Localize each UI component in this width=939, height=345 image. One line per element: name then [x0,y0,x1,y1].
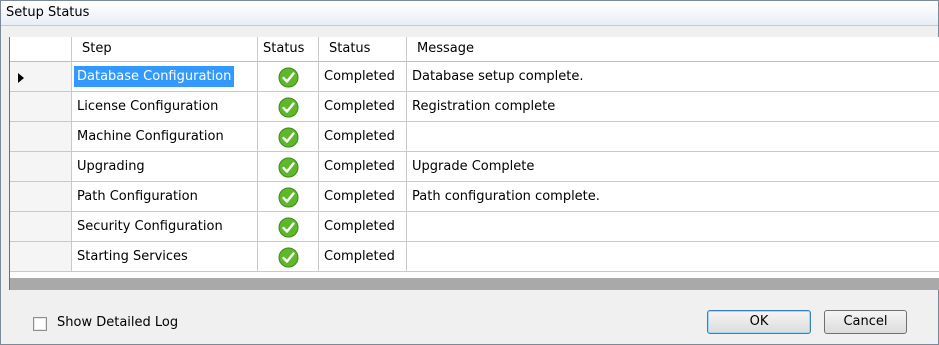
check-icon [278,187,299,208]
step-cell[interactable]: Machine Configuration [72,122,258,152]
grid-body: Step Status Status Message Database Conf… [10,37,939,278]
setup-status-window: Setup Status Step Status Status Message … [0,0,939,345]
message-cell[interactable]: Path configuration complete. [407,182,939,212]
status-icon-cell[interactable] [258,212,319,242]
status-cell[interactable]: Completed [319,242,407,272]
row-header[interactable] [10,212,72,242]
row-header[interactable] [10,242,72,272]
status-cell[interactable]: Completed [319,152,407,182]
message-cell[interactable]: Database setup complete. [407,62,939,92]
current-row-pointer-icon [18,73,24,83]
step-cell[interactable]: Path Configuration [72,182,258,212]
cancel-button[interactable]: Cancel [824,310,907,334]
message-cell[interactable]: Registration complete [407,92,939,122]
message-cell[interactable] [407,242,939,272]
check-icon [278,217,299,238]
row-header[interactable] [10,62,72,92]
row-header[interactable] [10,92,72,122]
status-icon-cell[interactable] [258,122,319,152]
status-icon-cell[interactable] [258,182,319,212]
column-header-status[interactable]: Status [319,37,407,62]
status-cell[interactable]: Completed [319,92,407,122]
table-row[interactable]: Security Configuration Completed [10,212,939,242]
table-row[interactable]: Database Configuration Completed Databas… [10,62,939,92]
step-cell[interactable]: Starting Services [72,242,258,272]
check-icon [278,157,299,178]
show-detailed-log-checkbox[interactable] [33,317,47,331]
table-row[interactable]: Starting Services Completed [10,242,939,272]
status-icon-cell[interactable] [258,62,319,92]
row-header-corner[interactable] [10,37,72,62]
status-cell[interactable]: Completed [319,182,407,212]
column-header-status-icon[interactable]: Status [258,37,319,62]
table-row[interactable]: Machine Configuration Completed [10,122,939,152]
status-cell[interactable]: Completed [319,212,407,242]
check-icon [278,127,299,148]
window-title: Setup Status [6,5,90,20]
status-icon-cell[interactable] [258,242,319,272]
show-detailed-log-label[interactable]: Show Detailed Log [57,315,178,330]
message-cell[interactable]: Upgrade Complete [407,152,939,182]
step-name: Database Configuration [74,66,235,87]
step-cell[interactable]: License Configuration [72,92,258,122]
check-icon [278,247,299,268]
check-icon [278,97,299,118]
step-cell[interactable]: Database Configuration [72,62,258,92]
row-header[interactable] [10,152,72,182]
steps-grid[interactable]: Step Status Status Message Database Conf… [9,37,939,290]
step-cell[interactable]: Security Configuration [72,212,258,242]
column-header-step[interactable]: Step [72,37,258,62]
title-bar: Setup Status [1,1,938,26]
row-header[interactable] [10,122,72,152]
column-header-message[interactable]: Message [407,37,939,62]
status-cell[interactable]: Completed [319,122,407,152]
step-cell[interactable]: Upgrading [72,152,258,182]
table-row[interactable]: Upgrading Completed Upgrade Complete [10,152,939,182]
grid-header-row: Step Status Status Message [10,37,939,62]
status-cell[interactable]: Completed [319,62,407,92]
table-row[interactable]: Path Configuration Completed Path config… [10,182,939,212]
message-cell[interactable] [407,122,939,152]
message-cell[interactable] [407,212,939,242]
ok-button[interactable]: OK [707,310,811,334]
check-icon [278,67,299,88]
status-icon-cell[interactable] [258,92,319,122]
status-icon-cell[interactable] [258,152,319,182]
table-row[interactable]: License Configuration Completed Registra… [10,92,939,122]
row-header[interactable] [10,182,72,212]
